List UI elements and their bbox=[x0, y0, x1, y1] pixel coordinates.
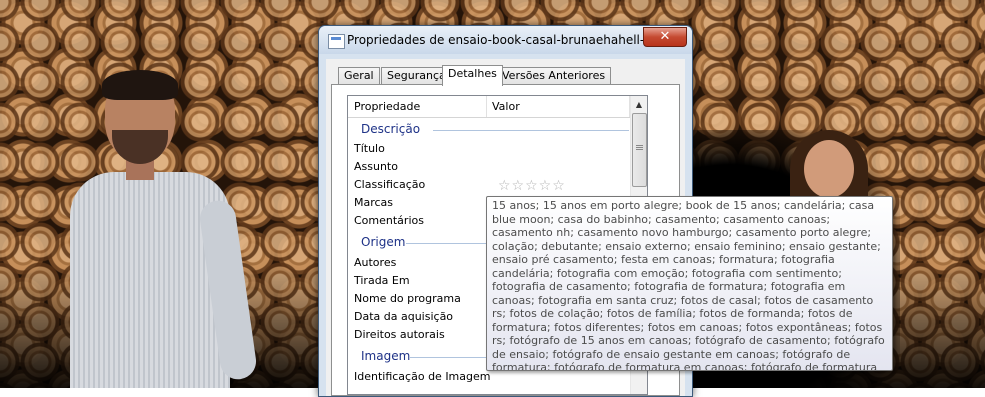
property-label: Classificação bbox=[354, 178, 426, 191]
group-heading-imagem: Imagem bbox=[361, 349, 411, 363]
window-titlebar[interactable]: Propriedades de ensaio-book-casal-brunae… bbox=[319, 26, 692, 54]
list-header: Propriedade Valor bbox=[348, 96, 630, 118]
tab-versoes-anteriores[interactable]: Versões Anteriores bbox=[496, 67, 612, 85]
property-row-marcas[interactable]: Marcas bbox=[354, 196, 393, 214]
man-beard bbox=[112, 130, 168, 164]
tab-detalhes[interactable]: Detalhes bbox=[442, 65, 503, 86]
scroll-up-arrow-icon[interactable]: ▲ bbox=[631, 96, 647, 113]
woman-face bbox=[804, 140, 854, 198]
woman-figure bbox=[790, 130, 870, 210]
column-header-propriedade[interactable]: Propriedade bbox=[354, 100, 420, 113]
property-row-nome-do-programa[interactable]: Nome do programa bbox=[354, 292, 461, 310]
property-row-identificacao-de-imagem[interactable]: Identificação de Imagem bbox=[354, 370, 490, 388]
property-row-data-da-aquisicao[interactable]: Data da aquisição bbox=[354, 310, 453, 328]
group-divider bbox=[433, 130, 629, 131]
group-heading-descricao: Descrição bbox=[361, 122, 421, 136]
column-separator[interactable] bbox=[486, 96, 487, 117]
tags-tooltip: 15 anos; 15 anos em porto alegre; book d… bbox=[486, 196, 893, 371]
rating-stars[interactable]: ☆☆☆☆☆ bbox=[498, 178, 566, 194]
scrollbar-thumb[interactable] bbox=[632, 113, 647, 187]
window-title: Propriedades de ensaio-book-casal-brunae… bbox=[347, 33, 674, 47]
close-button[interactable]: ✕ bbox=[643, 27, 687, 47]
group-heading-origem: Origem bbox=[361, 235, 406, 249]
property-row-comentarios[interactable]: Comentários bbox=[354, 214, 424, 232]
property-row-assunto[interactable]: Assunto bbox=[354, 160, 398, 178]
file-icon bbox=[328, 34, 345, 49]
grip-icon bbox=[636, 145, 643, 146]
property-row-tirada-em[interactable]: Tirada Em bbox=[354, 274, 410, 292]
property-row-titulo[interactable]: Título bbox=[354, 142, 385, 160]
property-row-direitos-autorais[interactable]: Direitos autorais bbox=[354, 328, 445, 346]
property-row-autores[interactable]: Autores bbox=[354, 256, 396, 274]
column-header-valor[interactable]: Valor bbox=[492, 100, 520, 113]
property-row-classificacao[interactable]: Classificação ☆☆☆☆☆ bbox=[354, 178, 565, 196]
tab-geral[interactable]: Geral bbox=[338, 67, 380, 85]
man-figure bbox=[60, 60, 260, 388]
man-hair bbox=[102, 70, 178, 100]
